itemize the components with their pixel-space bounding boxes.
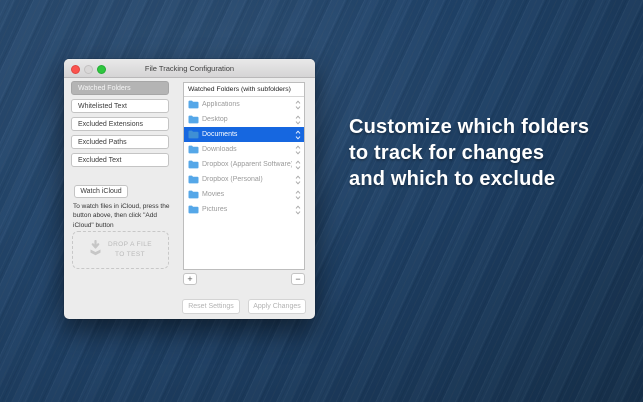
folder-row-label: Dropbox (Personal): [202, 176, 292, 183]
desktop-background: Customize which folders to track for cha…: [0, 0, 643, 402]
marketing-tagline: Customize which folders to track for cha…: [349, 114, 589, 192]
folder-row-label: Pictures: [202, 206, 292, 213]
row-stepper-icon[interactable]: [295, 115, 301, 125]
row-stepper-icon[interactable]: [295, 100, 301, 110]
folder-row-label: Applications: [202, 101, 292, 108]
row-stepper-icon[interactable]: [295, 130, 301, 140]
watch-icloud-button[interactable]: Watch iCloud: [74, 185, 128, 198]
folder-icon: [188, 100, 199, 109]
folder-row-label: Movies: [202, 191, 292, 198]
sidebar-button-whitelisted-text[interactable]: Whitelisted Text: [71, 99, 169, 113]
drop-zone-line: DROP A FILE: [108, 241, 152, 248]
folder-icon: [188, 175, 199, 184]
folder-row-pictures[interactable]: Pictures: [184, 202, 304, 217]
watched-folders-list: Watched Folders (with subfolders) Applic…: [183, 82, 305, 270]
icloud-help-text: To watch files in iCloud, press the butt…: [73, 202, 179, 230]
folder-row-label: Downloads: [202, 146, 292, 153]
folder-icon: [188, 115, 199, 124]
add-folder-button[interactable]: +: [183, 273, 197, 285]
folder-row-movies[interactable]: Movies: [184, 187, 304, 202]
drop-zone-label: DROP A FILE TO TEST: [108, 240, 152, 260]
row-stepper-icon[interactable]: [295, 175, 301, 185]
folder-row-dropbox-apparent[interactable]: Dropbox (Apparent Software): [184, 157, 304, 172]
tagline-line: and which to exclude: [349, 166, 589, 192]
apply-changes-button[interactable]: Apply Changes: [248, 299, 306, 314]
drop-file-test-zone[interactable]: DROP A FILE TO TEST: [72, 231, 169, 269]
folder-row-label: Desktop: [202, 116, 292, 123]
folder-row-label: Dropbox (Apparent Software): [202, 161, 292, 168]
sidebar-button-excluded-text[interactable]: Excluded Text: [71, 153, 169, 167]
drop-download-icon: [89, 240, 102, 261]
list-header: Watched Folders (with subfolders): [184, 83, 304, 97]
remove-folder-button[interactable]: −: [291, 273, 305, 285]
tagline-line: Customize which folders: [349, 114, 589, 140]
reset-settings-button[interactable]: Reset Settings: [182, 299, 240, 314]
folder-icon: [188, 160, 199, 169]
folder-row-dropbox-personal[interactable]: Dropbox (Personal): [184, 172, 304, 187]
row-stepper-icon[interactable]: [295, 160, 301, 170]
folder-icon: [188, 190, 199, 199]
folder-icon: [188, 145, 199, 154]
app-window: File Tracking Configuration Watched Fold…: [64, 59, 315, 319]
folder-row-applications[interactable]: Applications: [184, 97, 304, 112]
row-stepper-icon[interactable]: [295, 145, 301, 155]
folder-row-desktop[interactable]: Desktop: [184, 112, 304, 127]
row-stepper-icon[interactable]: [295, 190, 301, 200]
folder-icon: [188, 205, 199, 214]
sidebar-button-watched-folders[interactable]: Watched Folders: [71, 81, 169, 95]
folder-row-downloads[interactable]: Downloads: [184, 142, 304, 157]
window-title: File Tracking Configuration: [64, 59, 315, 77]
sidebar-button-excluded-paths[interactable]: Excluded Paths: [71, 135, 169, 149]
row-stepper-icon[interactable]: [295, 205, 301, 215]
titlebar[interactable]: File Tracking Configuration: [64, 59, 315, 78]
folder-icon: [188, 130, 199, 139]
sidebar-button-excluded-extensions[interactable]: Excluded Extensions: [71, 117, 169, 131]
folder-row-label: Documents: [202, 131, 292, 138]
folder-row-documents[interactable]: Documents: [184, 127, 304, 142]
tagline-line: to track for changes: [349, 140, 589, 166]
drop-zone-line: TO TEST: [115, 251, 145, 258]
